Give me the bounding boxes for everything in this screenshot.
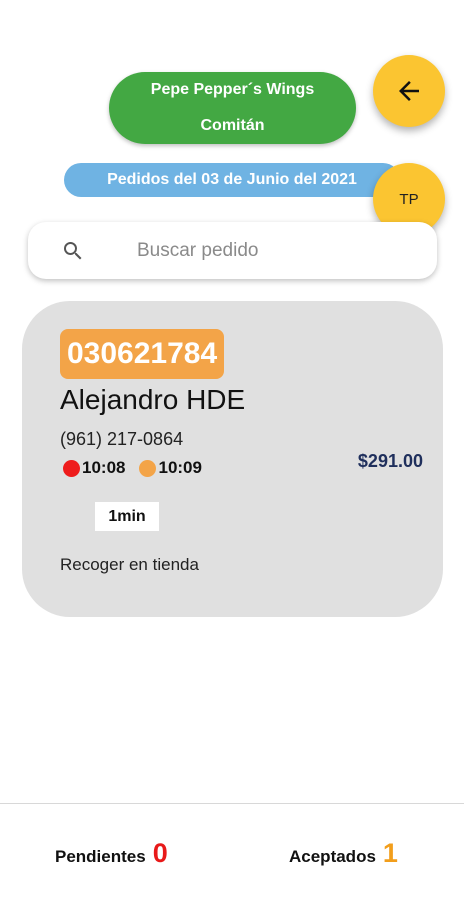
tab-accepted-label: Aceptados (289, 847, 376, 866)
store-city: Comitán (200, 117, 265, 134)
delivery-type: Recoger en tienda (60, 555, 199, 574)
order-times: 10:08 10:09 (60, 458, 202, 478)
elapsed-time-badge: 1min (95, 502, 159, 531)
order-price: $291.00 (357, 451, 423, 471)
customer-phone: (961) 217-0864 (60, 429, 184, 449)
arrow-left-icon (399, 81, 419, 101)
date-label: Pedidos del 03 de Junio del 2021 (64, 163, 400, 197)
accepted-status-dot (139, 459, 157, 477)
search-bar[interactable] (28, 222, 437, 279)
search-icon (64, 241, 82, 259)
order-id-badge: 030621784 (60, 329, 225, 379)
received-status-dot (63, 459, 80, 477)
bottom-tab-bar: Pendientes 0 Aceptados 1 (0, 803, 464, 901)
tab-accepted-count: 1 (382, 838, 398, 868)
tab-pending-count: 0 (152, 838, 168, 868)
time-accepted: 10:09 (158, 458, 202, 477)
tab-pending-label: Pendientes (55, 847, 146, 866)
time-received: 10:08 (82, 458, 126, 477)
tab-accepted[interactable]: Aceptados 1 (289, 838, 398, 869)
customer-name: Alejandro HDE (60, 384, 246, 415)
back-button[interactable] (373, 55, 445, 127)
store-name: Pepe Pepper´s Wings (150, 81, 315, 98)
order-card[interactable]: 030621784 Alejandro HDE (961) 217-0864 1… (22, 301, 443, 617)
search-input[interactable] (135, 238, 389, 263)
tab-pending[interactable]: Pendientes 0 (55, 838, 168, 869)
store-pill: Pepe Pepper´s Wings Comitán (109, 72, 356, 144)
